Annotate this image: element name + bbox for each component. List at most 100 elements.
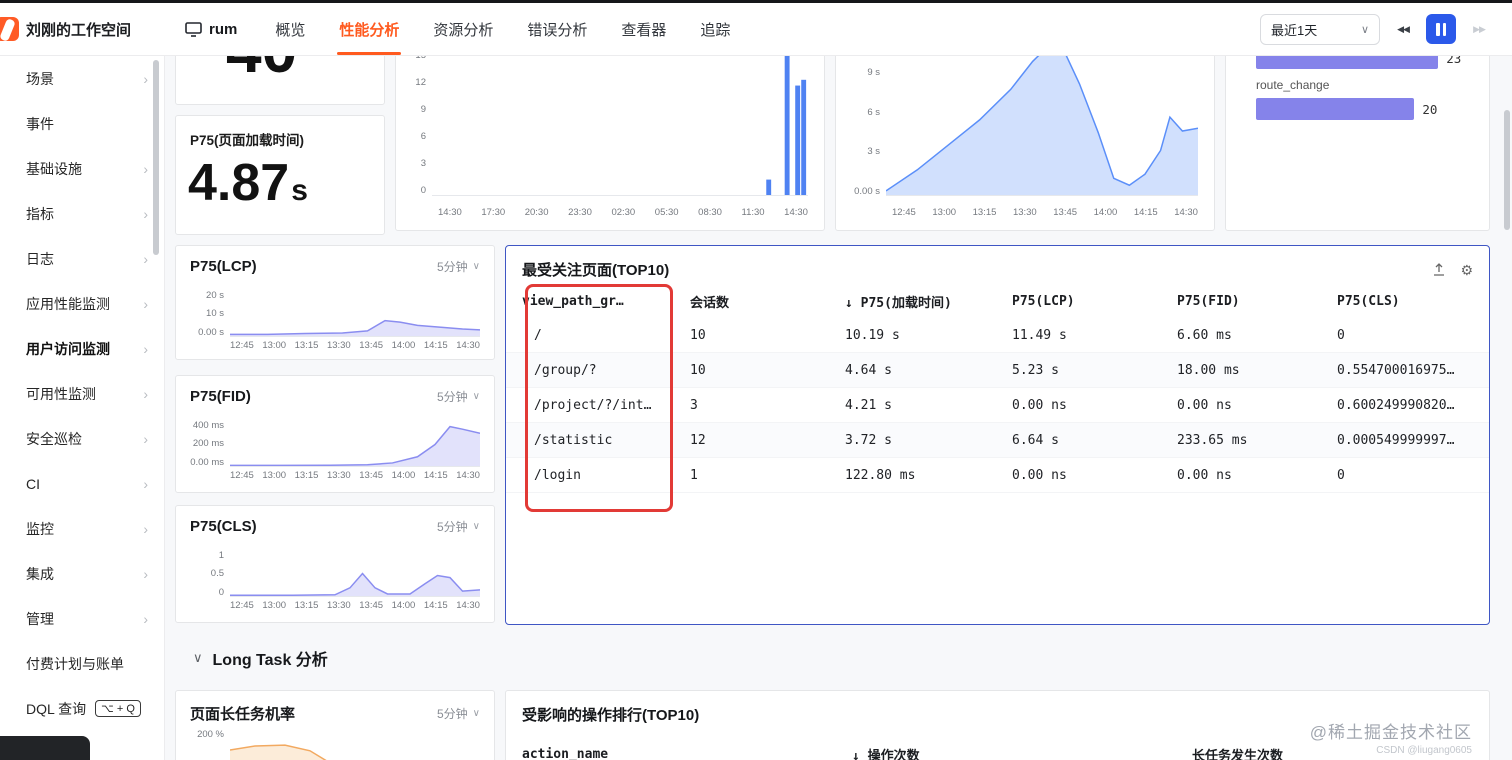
sidebar-item-label: DQL 查询 [26,700,87,717]
line-chart-plot[interactable] [230,291,480,337]
hbar [1256,56,1439,69]
card-header: P75(LCP) 5分钟 ∨ [176,246,494,275]
top-tab[interactable]: 概览 [275,3,305,55]
x-tick: 14:15 [1133,207,1158,218]
chevron-right-icon: › [143,205,148,222]
sidebar-item[interactable]: CI › [0,461,164,506]
collapse-chevron-icon: ∨ [193,650,203,665]
metric-label: P75(页面加载时间) [190,133,305,148]
top-tab[interactable]: 资源分析 [433,3,493,55]
column-header[interactable]: P75(CLS) [1337,294,1489,309]
sidebar-item[interactable]: 安全巡检 › [0,416,164,461]
cell-fid: 18.00 ms [1177,362,1240,378]
line-chart-plot[interactable] [230,551,480,597]
chevron-right-icon: › [143,430,148,447]
line-chart: 20 s 10 s 0.00 s [186,291,480,337]
long-task-section-header[interactable]: ∨ Long Task 分析 [193,646,328,670]
y-tick: 3 s [867,146,880,157]
app-logo-icon [0,17,19,41]
top-tab[interactable]: 查看器 [621,3,666,55]
pause-icon [1442,22,1446,36]
sidebar-item[interactable]: 基础设施 › [0,146,164,191]
rewind-button[interactable]: ◀◀ [1388,14,1418,44]
card-actions: ⚙ [1432,263,1473,277]
y-tick: 0 [218,586,224,598]
top-tab[interactable]: 错误分析 [527,3,587,55]
line-chart-plot[interactable] [230,730,480,760]
top-tab[interactable]: 性能分析 [337,3,402,55]
column-header[interactable]: 会话数 [690,292,845,311]
y-tick: 9 [420,104,426,116]
sidebar-item[interactable]: 可用性监测 › [0,371,164,416]
sidebar-item[interactable]: 付费计划与账单 [0,641,164,686]
table-row[interactable]: /group/? 10 4.64 s 5.23 s 18.00 ms 0.554… [506,353,1489,388]
column-header[interactable]: P75(FID) [1177,294,1337,309]
sidebar-item-label: CI [26,475,40,492]
sidebar-item[interactable]: 管理 › [0,596,164,641]
shortcut-badge: ⌥ + Q [95,700,141,717]
card-title: 受影响的操作排行(TOP10) [522,707,700,724]
column-header[interactable]: ↓ 操作次数 [852,745,1192,760]
workspace-switcher[interactable]: 刘刚的工作空间 [0,17,165,41]
hbar-list: 23 route_change 20 [1256,56,1473,120]
export-icon[interactable] [1432,262,1446,277]
sidebar-item[interactable]: 日志 › [0,236,164,281]
sidebar-item[interactable]: 指标 › [0,191,164,236]
table-row[interactable]: /login 1 122.80 ms 0.00 ns 0.00 ns 0 [506,458,1489,493]
forward-button[interactable]: ▶▶ [1464,14,1494,44]
bar-chart-plot[interactable] [432,56,808,196]
sidebar-item-label: 基础设施 [26,160,82,177]
hbar-item[interactable]: 23 [1256,56,1473,69]
time-range-select[interactable]: 最近1天 ∨ [1260,13,1380,45]
line-chart-plot[interactable] [886,56,1198,196]
column-header[interactable]: 长任务发生次数 [1192,745,1489,760]
pause-button[interactable] [1426,14,1456,44]
y-tick: 1 [218,550,224,561]
sidebar-item[interactable]: 监控 › [0,506,164,551]
settings-icon[interactable]: ⚙ [1460,263,1473,277]
cell-lcp: 6.64 s [1012,432,1059,448]
line-chart-plot[interactable] [230,421,480,467]
card-title: P75(CLS) [190,518,257,535]
cell-lcp: 5.23 s [1012,362,1059,378]
x-tick: 13:15 [294,340,319,351]
sidebar-item[interactable]: DQL 查询 ⌥ + Q [0,686,164,731]
line-chart: 400 ms 200 ms 0.00 ms [186,421,480,467]
hbar-row: 20 [1256,98,1473,120]
x-tick: 14:00 [391,600,416,611]
table-row[interactable]: /statistic 12 3.72 s 6.64 s 233.65 ms 0.… [506,423,1489,458]
interval-select[interactable]: 5分钟 ∨ [437,388,480,405]
cell-cls: 0.000549999997… [1337,432,1455,448]
top-tab[interactable]: 追踪 [700,3,730,55]
sidebar-item[interactable]: 场景 › [0,56,164,101]
x-axis: 14:30 17:30 20:30 23:30 02:30 05:30 08:30 11:30… [438,207,808,218]
line-chart: 200 % [186,730,480,760]
column-header[interactable]: view_path_gr… [522,294,690,309]
sidebar-item[interactable]: 事件 [0,101,164,146]
app-switcher[interactable]: rum [185,21,237,38]
chevron-right-icon: › [143,475,148,492]
table-row[interactable]: /project/?/int… 3 4.21 s 0.00 ns 0.00 ns… [506,388,1489,423]
y-tick: 0.00 s [198,326,224,338]
column-header[interactable]: action_name [522,747,852,760]
sidebar-scrollbar[interactable] [153,60,159,255]
chevron-right-icon: › [143,295,148,312]
chevron-right-icon: › [143,565,148,582]
interval-select[interactable]: 5分钟 ∨ [437,705,480,722]
x-axis: 12:45 13:00 13:15 13:30 13:45 14:00 14:15 14:30 [230,470,480,481]
y-tick: 3 [420,158,426,170]
x-tick: 14:15 [423,470,448,481]
sidebar-item-label: 日志 [26,250,54,267]
sidebar-item[interactable]: 集成 › [0,551,164,596]
interval-select[interactable]: 5分钟 ∨ [437,258,480,275]
table-row[interactable]: / 10 10.19 s 11.49 s 6.60 ms 0 [506,318,1489,353]
interval-select[interactable]: 5分钟 ∨ [437,518,480,535]
column-header[interactable]: P75(LCP) [1012,294,1177,309]
column-header[interactable]: ↓ P75(加载时间) [845,292,1012,311]
hbar-item[interactable]: route_change 20 [1256,78,1473,120]
card-affected-actions: 受影响的操作排行(TOP10) action_name ↓ 操作次数 长任务发生次数 [505,690,1490,760]
cell-load-time: 10.19 s [845,327,900,343]
main-scrollbar[interactable] [1504,110,1510,230]
sidebar-item[interactable]: 用户访问监测 › [0,326,164,371]
sidebar-item[interactable]: 应用性能监测 › [0,281,164,326]
